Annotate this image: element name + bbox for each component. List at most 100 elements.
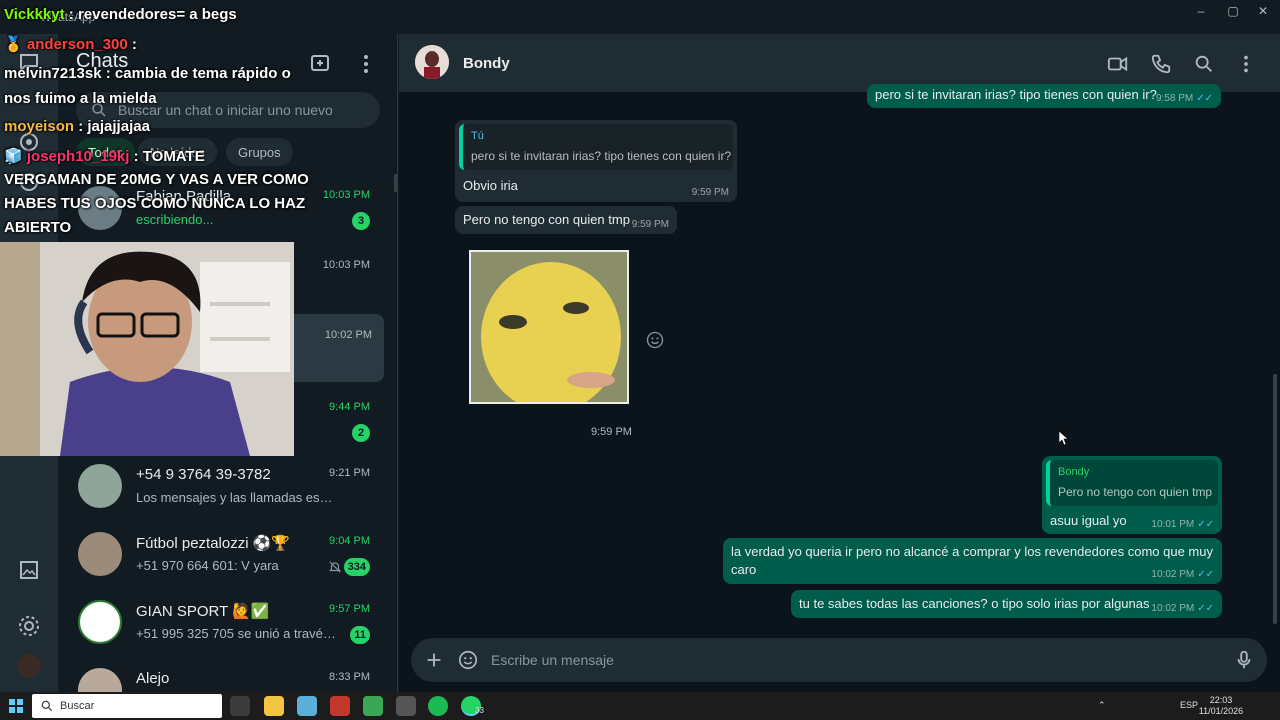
obs-icon[interactable] [396,696,416,716]
windows-start-icon[interactable] [8,698,24,714]
attach-plus-icon[interactable] [423,649,445,671]
quoted-message[interactable]: Tú pero si te invitaran irias? tipo tien… [459,124,733,170]
chat-time: 10:03 PM [322,189,370,201]
unread-badge: 11 [350,626,370,644]
message-text: Pero no tengo con quien tmp [463,212,630,227]
message-outgoing[interactable]: la verdad yo queria ir pero no alcancé a… [723,538,1222,584]
microphone-icon[interactable] [1233,649,1255,671]
profile-avatar[interactable] [17,654,41,678]
contact-avatar[interactable] [415,45,449,79]
quote-author: Bondy [1058,466,1090,478]
chat-item[interactable]: GIAN SPORT 🙋✅ +51 995 325 705 se unió a … [58,588,397,656]
message-input[interactable] [491,650,1191,670]
clock-date: 11/01/2026 [1198,706,1244,716]
menu-icon[interactable] [354,52,378,76]
stream-chat-line: nos fuimo a la mielda [4,90,157,107]
mouse-cursor-icon [1059,431,1069,445]
chat-preview: +51 995 325 705 se unió a través d... [136,626,336,641]
taskbar-search-label: Buscar [60,700,95,712]
tray-chevron-icon[interactable]: ⌃ [1098,700,1106,711]
chat-avatar [78,600,122,644]
new-chat-icon[interactable] [308,52,332,76]
quote-author: Tú [471,130,484,142]
stream-chat-line: VERGAMAN DE 20MG Y VAS A VER COMO [4,171,309,188]
chat-avatar [78,464,122,508]
video-call-icon[interactable] [1107,53,1129,75]
message-composer [411,638,1267,682]
message-time: 10:02 PM ✓✓ [1151,569,1214,580]
message-outgoing-reply[interactable]: Bondy Pero no tengo con quien tmp asuu i… [1042,456,1222,534]
chat-time: 10:02 PM [324,329,372,341]
app-icon[interactable] [330,696,350,716]
message-outgoing[interactable]: tu te sabes todas las canciones? o tipo … [791,590,1222,618]
chat-avatar [78,532,122,576]
message-incoming[interactable]: Pero no tengo con quien tmp 9:59 PM [455,206,677,234]
app-icon[interactable] [297,696,317,716]
quoted-message[interactable]: Bondy Pero no tengo con quien tmp [1046,460,1218,506]
sticker-image[interactable] [469,250,629,404]
chat-name: GIAN SPORT 🙋✅ [136,603,270,620]
stream-chat-line: melvin7213sk : cambia de tema rápido o [4,65,291,82]
quote-text: Pero no tengo con quien tmp [1058,485,1213,499]
quote-text: pero si te invitaran irias? tipo tienes … [471,149,732,163]
chat-preview: Los mensajes y las llamadas están cifr..… [136,490,336,505]
chat-item[interactable]: Alejo 8:33 PM [58,656,397,692]
conversation-menu-icon[interactable] [1235,53,1257,75]
message-time: 10:02 PM ✓✓ [1151,603,1214,614]
spotify-icon[interactable] [428,696,448,716]
message-outgoing[interactable]: pero si te invitaran irias? tipo tienes … [867,84,1221,108]
muted-icon [328,561,342,573]
chat-avatar [78,668,122,692]
language-indicator[interactable]: ESP [1180,700,1198,710]
sticker-icon[interactable] [457,649,479,671]
message-text: Obvio iria [463,178,518,193]
chat-name: Alejo [136,670,170,687]
contact-name[interactable]: Bondy [463,55,510,72]
chat-list-scrollbar[interactable] [394,174,397,192]
message-time: 9:59 PM [631,219,669,230]
file-explorer-icon[interactable] [264,696,284,716]
close-button[interactable]: ✕ [1248,4,1278,18]
task-view-icon[interactable] [230,696,250,716]
message-text: asuu igual yo [1050,513,1127,528]
clock-time: 22:03 [1209,695,1233,705]
taskbar-search[interactable]: Buscar [32,694,222,718]
conversation-scrollbar[interactable] [1273,374,1277,624]
chrome-icon[interactable] [363,696,383,716]
message-text: tu te sabes todas las canciones? o tipo … [799,596,1150,611]
chat-time: 9:04 PM [329,535,370,547]
message-time: 9:58 PM ✓✓ [1155,93,1213,104]
webcam-overlay [0,242,294,456]
chat-name: Fútbol peztalozzi ⚽🏆 [136,535,291,552]
chat-item[interactable]: +54 9 3764 39-3782 Los mensajes y las ll… [58,452,397,520]
react-emoji-icon[interactable] [645,330,665,350]
message-text-line: la verdad yo queria ir pero no alcancé a… [731,544,1213,559]
chat-name: +54 9 3764 39-3782 [136,466,271,483]
minimize-button[interactable]: – [1186,4,1216,18]
settings-icon[interactable] [17,614,41,638]
stream-chat-line: Vickkkyt : revendedores= a begs [4,6,237,23]
media-icon[interactable] [17,558,41,582]
message-time: 9:59 PM [691,187,729,198]
stream-chat-line: HABES TUS OJOS COMO NUNCA LO HAZ [4,195,306,212]
chat-item[interactable]: Fútbol peztalozzi ⚽🏆 +51 970 664 601: V … [58,520,397,588]
conversation-panel: Bondy pero si te invitaran irias? tipo t… [399,34,1280,692]
stream-chat-overlay: Vickkkyt : revendedores= a begs 🏅 anders… [0,0,310,250]
maximize-button[interactable]: ▢ [1218,4,1248,18]
unread-badge: 2 [352,424,370,442]
taskbar-clock[interactable]: 22:03 11/01/2026 [1198,695,1244,717]
chat-preview: +51 970 664 601: V yara [136,558,279,573]
unread-badge: 334 [343,558,370,576]
voice-call-icon[interactable] [1150,53,1172,75]
whatsapp-taskbar-badge: 33 [475,706,484,715]
message-text-line: caro [731,562,757,577]
search-messages-icon[interactable] [1193,53,1215,75]
chat-time: 10:03 PM [322,259,370,271]
chat-time: 9:44 PM [329,401,370,413]
chat-time: 9:57 PM [329,603,370,615]
windows-taskbar: Buscar 33 ⌃ ESP 22:03 11/01/2026 [0,692,1280,720]
message-time: 10:01 PM ✓✓ [1151,519,1214,530]
message-incoming-reply[interactable]: Tú pero si te invitaran irias? tipo tien… [455,120,737,202]
chat-time: 8:33 PM [329,671,370,683]
message-text: pero si te invitaran irias? tipo tienes … [875,87,1157,102]
